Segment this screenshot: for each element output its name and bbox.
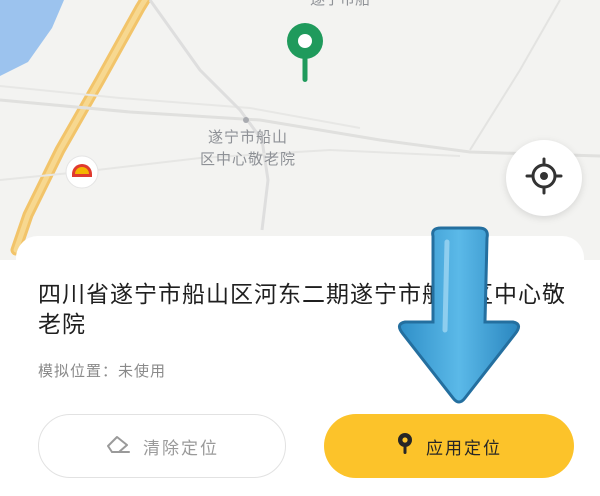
map-pin-icon[interactable] <box>279 20 331 88</box>
locate-button[interactable] <box>506 140 582 216</box>
apply-location-label: 应用定位 <box>426 438 502 459</box>
poi-label-line1: 遂宁市船山 <box>207 128 288 146</box>
map-poi-label-top: 遂宁市船 <box>310 0 370 9</box>
map-poi-label[interactable]: 遂宁市船山 区中心敬老院 <box>178 126 318 170</box>
gas-station-icon[interactable] <box>64 154 100 194</box>
mock-location-status: 模拟位置：未使用 <box>38 362 167 380</box>
map-view[interactable]: 遂宁市船 遂宁市船山 区中心敬老院 <box>0 0 600 260</box>
location-pin-icon <box>396 432 414 461</box>
poi-label-line2: 区中心敬老院 <box>199 150 296 168</box>
clear-location-label: 清除定位 <box>143 438 219 459</box>
down-arrow-icon <box>395 226 523 412</box>
crosshair-icon <box>524 156 564 200</box>
eraser-icon <box>105 434 131 459</box>
clear-location-button[interactable]: 清除定位 <box>38 414 286 478</box>
apply-location-button[interactable]: 应用定位 <box>324 414 574 478</box>
